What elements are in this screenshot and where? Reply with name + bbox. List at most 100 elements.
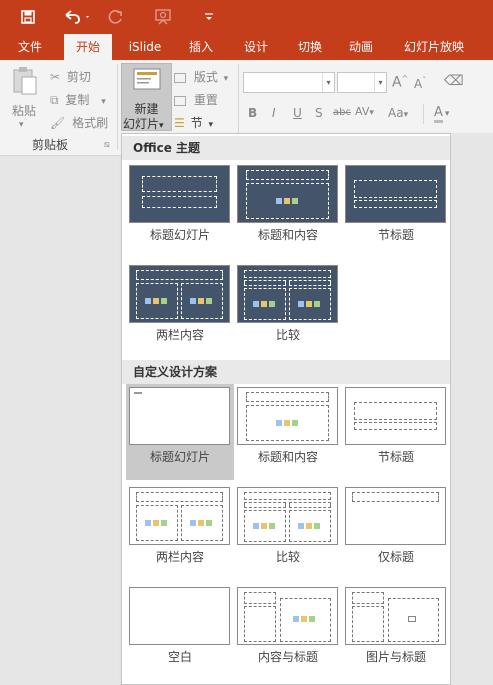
tab-design[interactable]: 设计 — [236, 34, 276, 60]
tab-islide[interactable]: iSlide — [122, 34, 168, 60]
dialog-launcher-icon[interactable]: ⧅ — [104, 140, 110, 150]
layout-label: 图片与标题 — [365, 650, 426, 664]
tab-home[interactable]: 开始 — [64, 34, 112, 60]
custom-design-header: 自定义设计方案 — [122, 360, 450, 384]
copy-label: 复制 — [65, 93, 90, 107]
group-divider — [117, 64, 118, 150]
layout-label: 比较 — [275, 550, 300, 564]
section-icon: ☰ — [174, 116, 185, 130]
layout-thumbnail — [129, 487, 230, 545]
paintbrush-icon: 🖌 — [50, 116, 66, 130]
layout-title-slide[interactable]: 标题幻灯片 — [126, 162, 234, 258]
shrink-font-button[interactable]: Aˇ — [414, 76, 426, 91]
save-icon[interactable] — [18, 6, 38, 28]
layout-thumbnail — [345, 165, 446, 223]
redo-icon[interactable] — [106, 6, 126, 28]
font-size-combo[interactable]: ▾ — [337, 72, 387, 93]
layout-picture-with-caption-custom[interactable]: 图片与标题 — [342, 584, 450, 680]
font-color-button[interactable]: A ▾ — [434, 105, 449, 123]
layout-thumbnail — [129, 165, 230, 223]
font-family-combo[interactable]: ▾ — [243, 72, 335, 93]
tab-file[interactable]: 文件 — [8, 34, 52, 60]
layout-thumbnail — [237, 587, 338, 645]
layout-comparison-custom[interactable]: 比较 — [234, 484, 342, 580]
layout-label: 版式 — [193, 70, 218, 84]
change-case-icon: Aa — [388, 106, 404, 120]
clipboard-group-label: 剪贴板 — [32, 138, 69, 152]
layout-label: 节标题 — [377, 228, 414, 242]
layout-label: 标题幻灯片 — [149, 450, 210, 464]
layout-label: 内容与标题 — [257, 650, 318, 664]
italic-button[interactable]: I — [272, 106, 276, 120]
layout-label: 标题和内容 — [257, 450, 318, 464]
ribbon-tabs: 文件 开始 iSlide 插入 设计 切换 动画 幻灯片放映 — [0, 34, 493, 60]
layout-button[interactable]: 版式 ▾ — [174, 68, 228, 85]
paste-dropdown-icon[interactable]: ▾ — [19, 120, 24, 130]
char-spacing-button[interactable]: AV▾ — [355, 105, 374, 118]
layout-two-content-custom[interactable]: 两栏内容 — [126, 484, 234, 580]
layout-title-content[interactable]: 标题和内容 — [234, 162, 342, 258]
layout-content-with-caption-custom[interactable]: 内容与标题 — [234, 584, 342, 680]
layout-dropdown-icon: ▾ — [223, 74, 229, 84]
layout-blank-custom[interactable]: 空白 — [126, 584, 234, 680]
reset-icon — [174, 95, 186, 106]
cut-label: 剪切 — [66, 70, 91, 84]
title-bar — [0, 0, 493, 34]
layout-label: 标题和内容 — [257, 228, 318, 242]
new-slide-layout-gallery: Office 主题 标题幻灯片 标题和内容 节标题 两栏内容 比较 自定义设计方… — [121, 133, 451, 685]
layout-comparison[interactable]: 比较 — [234, 262, 342, 358]
layout-thumbnail — [237, 165, 338, 223]
layout-label: 比较 — [275, 328, 300, 342]
tab-transitions[interactable]: 切换 — [290, 34, 330, 60]
undo-icon[interactable] — [60, 6, 94, 28]
copy-dropdown-icon: ▾ — [101, 97, 106, 107]
reset-button[interactable]: 重置 — [174, 91, 218, 108]
tab-insert[interactable]: 插入 — [181, 34, 221, 60]
layout-two-content[interactable]: 两栏内容 — [126, 262, 234, 358]
format-painter-label: 格式刷 — [72, 116, 109, 130]
layout-thumbnail — [129, 265, 230, 323]
copy-button[interactable]: ⧉ 复制 ▾ — [50, 91, 106, 108]
layout-section-header[interactable]: 节标题 — [342, 162, 450, 258]
slideshow-from-start-icon[interactable] — [150, 6, 178, 28]
paste-button[interactable]: 粘贴 — [12, 102, 36, 119]
font-family-dropdown-icon: ▾ — [322, 73, 334, 92]
font-divider — [423, 104, 424, 124]
tab-slideshow[interactable]: 幻灯片放映 — [396, 34, 472, 60]
layout-thumbnail — [129, 587, 230, 645]
cut-button[interactable]: ✂ 剪切 — [50, 68, 91, 85]
layout-section-header-custom[interactable]: 节标题 — [342, 384, 450, 480]
new-slide-label-2-text: 幻灯片 — [123, 117, 160, 131]
font-size-dropdown-icon: ▾ — [374, 73, 386, 92]
layout-label: 两栏内容 — [155, 550, 204, 564]
char-spacing-icon: AV — [355, 105, 370, 118]
layout-icon — [174, 72, 186, 83]
section-dropdown-icon: ▾ — [208, 120, 213, 130]
layout-label: 标题幻灯片 — [149, 228, 210, 242]
layout-label: 节标题 — [377, 450, 414, 464]
new-slide-button[interactable]: 新建 幻灯片▾ — [121, 63, 172, 131]
clear-format-icon[interactable]: ⌫ — [444, 73, 464, 89]
reset-label: 重置 — [193, 93, 218, 107]
section-button[interactable]: ☰ 节 ▾ — [174, 114, 213, 131]
format-painter-button[interactable]: 🖌 格式刷 — [50, 114, 108, 131]
change-case-button[interactable]: Aa▾ — [388, 106, 408, 120]
grow-font-button[interactable]: A^ — [392, 74, 408, 91]
layout-title-slide-custom[interactable]: 标题幻灯片 — [126, 384, 234, 480]
new-slide-icon — [133, 68, 161, 94]
layout-title-only-custom[interactable]: 仅标题 — [342, 484, 450, 580]
scissors-icon: ✂ — [50, 70, 61, 84]
new-slide-label-2: 幻灯片▾ — [123, 115, 172, 132]
tab-animations[interactable]: 动画 — [341, 34, 381, 60]
strikethrough-button[interactable]: abc — [333, 107, 351, 118]
customize-toolbar-icon[interactable] — [200, 6, 218, 28]
layout-title-content-custom[interactable]: 标题和内容 — [234, 384, 342, 480]
bold-button[interactable]: B — [248, 106, 257, 120]
layout-thumbnail — [345, 487, 446, 545]
right-background — [451, 133, 493, 685]
paste-icon[interactable] — [12, 66, 38, 99]
underline-button[interactable]: U — [293, 106, 302, 120]
shadow-button[interactable]: S — [315, 106, 323, 120]
office-theme-header: Office 主题 — [122, 136, 450, 160]
layout-label: 空白 — [167, 650, 192, 664]
